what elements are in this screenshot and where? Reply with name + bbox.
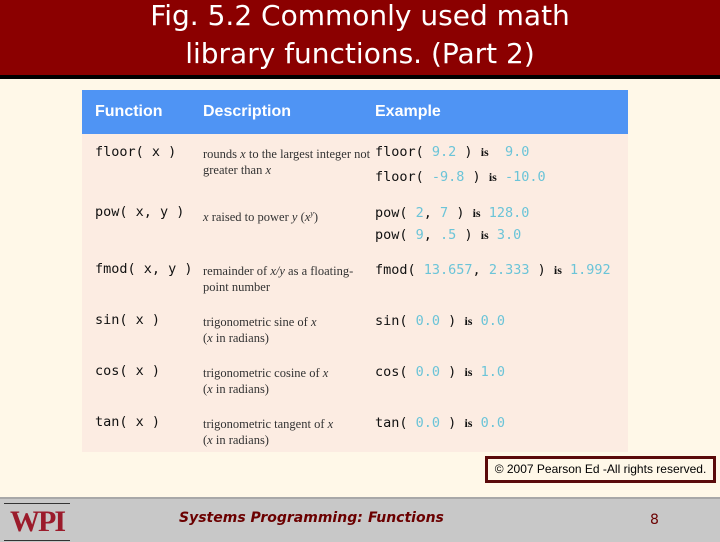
title-line-1: Fig. 5.2 Commonly used math [150,0,570,32]
function-description: x raised to power y (xy) [203,209,319,225]
example: tan( 0.0 ) is 0.0 [375,415,505,431]
function-name: tan( x ) [95,414,161,430]
header-description: Description [203,103,292,120]
function-description: trigonometric sine of x (x in radians) [203,315,317,345]
example: cos( 0.0 ) is 1.0 [375,364,505,380]
function-description: trigonometric tangent of x (x in radians… [203,417,334,447]
example: floor( -9.8 ) is -10.0 [375,169,546,185]
page-number: 8 [650,512,659,528]
example: pow( 2, 7 ) is 128.0 [375,205,530,221]
function-name: sin( x ) [95,312,161,328]
topic-name: Functions [368,510,444,526]
header-function: Function [95,103,163,120]
example: fmod( 13.657, 2.333 ) is 1.992 [375,262,611,278]
example: sin( 0.0 ) is 0.0 [375,313,505,329]
footer: WPI Systems Programming: Functions 8 [0,497,720,542]
course-name: Systems Programming: [179,510,363,526]
function-name: cos( x ) [95,363,161,379]
function-description: rounds x to the largest integer not grea… [203,147,371,177]
function-name: pow( x, y ) [95,204,185,220]
wpi-logo: WPI [4,503,70,541]
function-description: remainder of x/y as a floating-point num… [203,264,354,294]
example: pow( 9, .5 ) is 3.0 [375,227,522,243]
example: floor( 9.2 ) is 9.0 [375,144,530,160]
table-header: Function Description Example [82,90,628,134]
copyright-notice: © 2007 Pearson Ed -All rights reserved. [485,456,716,483]
function-name: fmod( x, y ) [95,261,193,277]
function-description: trigonometric cosine of x (x in radians) [203,366,329,396]
title-line-2: library functions. (Part 2) [185,37,535,70]
math-functions-table: Function Description Example floor( x ) … [82,90,628,452]
slide-title: Fig. 5.2 Commonly used math library func… [0,0,720,79]
function-name: floor( x ) [95,144,177,160]
header-example: Example [375,103,441,120]
